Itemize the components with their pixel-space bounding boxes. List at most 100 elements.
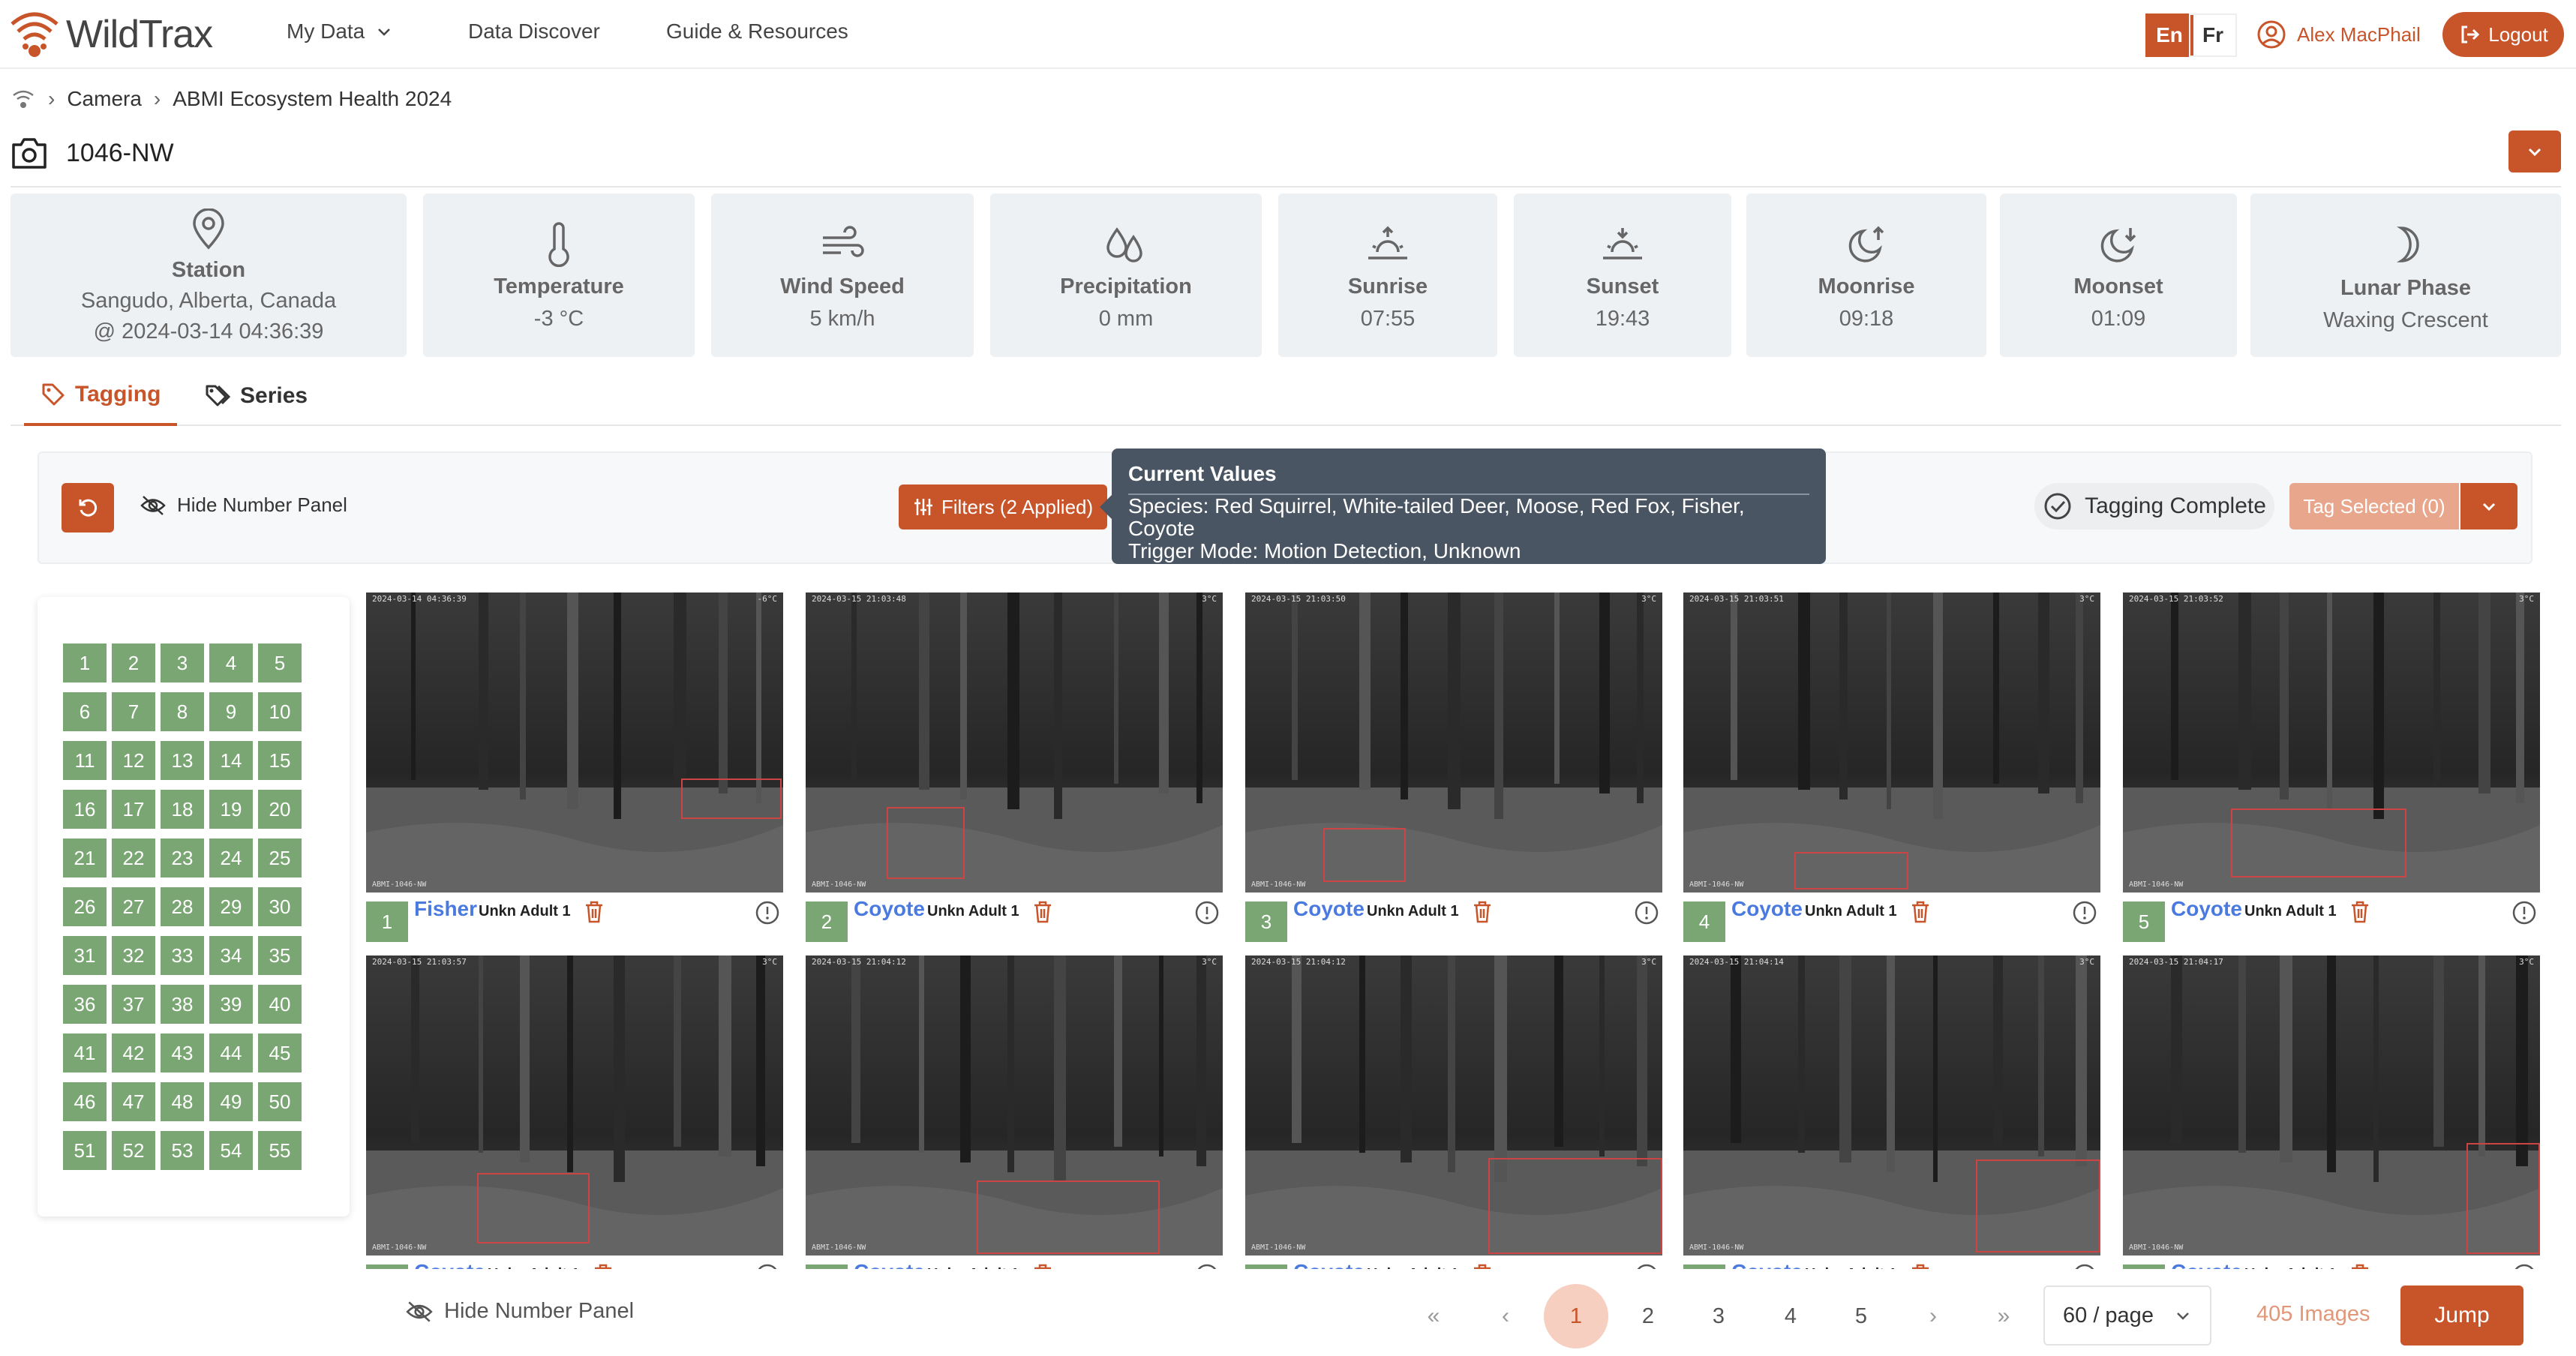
number-cell[interactable]: 30 xyxy=(258,887,302,926)
species-link[interactable]: Coyote xyxy=(854,1260,925,1269)
number-cell[interactable]: 19 xyxy=(209,790,253,829)
image-info-button[interactable] xyxy=(1634,1263,1659,1269)
number-cell[interactable]: 1 xyxy=(63,644,107,682)
number-cell[interactable]: 6 xyxy=(63,692,107,731)
species-link[interactable]: Coyote xyxy=(2171,1260,2242,1269)
trail-camera-photo[interactable]: 2024-03-15 21:03:52 3°C ABMI-1046-NW xyxy=(2123,592,2540,892)
detection-bounding-box[interactable] xyxy=(681,778,782,819)
species-link[interactable]: Coyote xyxy=(1293,897,1365,921)
number-cell[interactable]: 25 xyxy=(258,838,302,878)
lang-fr-button[interactable]: Fr xyxy=(2189,14,2237,57)
delete-tag-button[interactable] xyxy=(1472,1263,1493,1269)
detection-bounding-box[interactable] xyxy=(2231,808,2406,878)
filters-button[interactable]: Filters (2 Applied) xyxy=(899,484,1107,530)
image-card[interactable]: 2024-03-15 21:04:143°CABMI-1046-NW9Coyot… xyxy=(1683,956,2100,1269)
delete-tag-button[interactable] xyxy=(1032,1263,1053,1269)
number-cell[interactable]: 45 xyxy=(258,1034,302,1072)
number-cell[interactable]: 10 xyxy=(258,692,302,731)
number-cell[interactable]: 8 xyxy=(161,692,204,731)
image-number-badge[interactable]: 10 xyxy=(2123,1264,2165,1269)
page-3-button[interactable]: 3 xyxy=(1686,1284,1751,1348)
image-card[interactable]: 2024-03-15 21:03:50 3°C ABMI-1046-NW 3 Coyot… xyxy=(1245,592,1662,942)
number-cell[interactable]: 4 xyxy=(209,644,253,682)
number-cell[interactable]: 47 xyxy=(112,1082,155,1121)
number-cell[interactable]: 15 xyxy=(258,741,302,780)
trail-camera-photo[interactable]: 2024-03-15 21:03:50 3°C ABMI-1046-NW xyxy=(1245,592,1662,892)
detection-bounding-box[interactable] xyxy=(2466,1143,2540,1254)
delete-tag-button[interactable] xyxy=(1032,900,1053,928)
detection-bounding-box[interactable] xyxy=(1794,852,1908,890)
number-cell[interactable]: 44 xyxy=(209,1034,253,1072)
nav-guide-resources[interactable]: Guide & Resources xyxy=(666,20,848,44)
delete-tag-button[interactable] xyxy=(2349,1263,2370,1269)
image-info-button[interactable] xyxy=(755,1263,780,1269)
trail-camera-photo[interactable]: 2024-03-15 21:04:12 3°C ABMI-1046-NW xyxy=(806,956,1223,1256)
number-cell[interactable]: 41 xyxy=(63,1034,107,1072)
number-cell[interactable]: 16 xyxy=(63,790,107,829)
species-link[interactable]: Coyote xyxy=(854,897,925,921)
image-info-button[interactable] xyxy=(1194,1263,1220,1269)
page-1-button[interactable]: 1 xyxy=(1544,1284,1608,1348)
number-cell[interactable]: 54 xyxy=(209,1131,253,1170)
detection-bounding-box[interactable] xyxy=(1323,828,1406,882)
image-card[interactable]: 2024-03-15 21:03:52 3°C ABMI-1046-NW 5 Coyot… xyxy=(2123,592,2540,942)
number-cell[interactable]: 11 xyxy=(63,741,107,780)
number-cell[interactable]: 9 xyxy=(209,692,253,731)
trail-camera-photo[interactable]: 2024-03-14 04:36:39 -6°C ABMI-1046-NW xyxy=(366,592,783,892)
species-link[interactable]: Coyote xyxy=(1731,897,1803,921)
image-info-button[interactable] xyxy=(1194,900,1220,929)
tagging-complete-toggle[interactable]: Tagging Complete xyxy=(2034,483,2274,530)
number-cell[interactable]: 2 xyxy=(112,644,155,682)
number-cell[interactable]: 27 xyxy=(112,887,155,926)
image-number-badge[interactable]: 2 xyxy=(806,902,848,942)
page-2-button[interactable]: 2 xyxy=(1616,1284,1680,1348)
image-number-badge[interactable]: 5 xyxy=(2123,902,2165,942)
detection-bounding-box[interactable] xyxy=(887,807,965,879)
number-cell[interactable]: 5 xyxy=(258,644,302,682)
image-card[interactable]: 2024-03-15 21:04:173°CABMI-1046-NW10Coyo… xyxy=(2123,956,2540,1269)
species-link[interactable]: Coyote xyxy=(414,1260,485,1269)
trail-camera-photo[interactable]: 2024-03-15 21:04:12 3°C ABMI-1046-NW xyxy=(1245,956,1662,1256)
trail-camera-photo[interactable]: 2024-03-15 21:03:48 3°C ABMI-1046-NW xyxy=(806,592,1223,892)
number-cell[interactable]: 40 xyxy=(258,985,302,1024)
page-first-button[interactable]: « xyxy=(1401,1284,1466,1348)
number-cell[interactable]: 24 xyxy=(209,838,253,878)
number-cell[interactable]: 53 xyxy=(161,1131,204,1170)
wildtrax-home-icon[interactable] xyxy=(11,86,36,112)
per-page-select[interactable]: 60 / page xyxy=(2043,1286,2211,1346)
image-info-button[interactable] xyxy=(1634,900,1659,929)
number-cell[interactable]: 12 xyxy=(112,741,155,780)
delete-tag-button[interactable] xyxy=(1472,900,1493,928)
detection-bounding-box[interactable] xyxy=(1976,1160,2100,1252)
wildtrax-logo[interactable]: WildTrax xyxy=(8,6,213,63)
tag-selected-dropdown[interactable] xyxy=(2460,483,2517,530)
number-cell[interactable]: 35 xyxy=(258,936,302,975)
nav-data-discover[interactable]: Data Discover xyxy=(468,20,600,44)
image-card[interactable]: 2024-03-15 21:04:123°CABMI-1046-NW7Coyot… xyxy=(806,956,1223,1269)
number-cell[interactable]: 28 xyxy=(161,887,204,926)
trail-camera-photo[interactable]: 2024-03-15 21:04:14 3°C ABMI-1046-NW xyxy=(1683,956,2100,1256)
number-cell[interactable]: 32 xyxy=(112,936,155,975)
number-cell[interactable]: 14 xyxy=(209,741,253,780)
number-cell[interactable]: 20 xyxy=(258,790,302,829)
nav-my-data[interactable]: My Data xyxy=(287,20,393,44)
tag-selected-button[interactable]: Tag Selected (0) xyxy=(2289,483,2459,530)
number-cell[interactable]: 7 xyxy=(112,692,155,731)
reset-button[interactable] xyxy=(62,483,114,532)
number-cell[interactable]: 18 xyxy=(161,790,204,829)
delete-tag-button[interactable] xyxy=(584,900,605,928)
image-card[interactable]: 2024-03-14 04:36:39 -6°C ABMI-1046-NW 1 Fish… xyxy=(366,592,783,942)
number-cell[interactable]: 23 xyxy=(161,838,204,878)
hide-number-panel-footer[interactable]: Hide Number Panel xyxy=(405,1299,634,1324)
image-number-badge[interactable]: 1 xyxy=(366,902,408,942)
number-cell[interactable]: 26 xyxy=(63,887,107,926)
image-info-button[interactable] xyxy=(755,900,780,929)
image-number-badge[interactable]: 4 xyxy=(1683,902,1725,942)
number-cell[interactable]: 50 xyxy=(258,1082,302,1121)
image-info-button[interactable] xyxy=(2511,900,2537,929)
tab-series[interactable]: Series xyxy=(188,366,324,426)
number-cell[interactable]: 49 xyxy=(209,1082,253,1121)
number-cell[interactable]: 48 xyxy=(161,1082,204,1121)
lang-en-button[interactable]: En xyxy=(2145,14,2193,57)
detection-bounding-box[interactable] xyxy=(1488,1158,1662,1254)
